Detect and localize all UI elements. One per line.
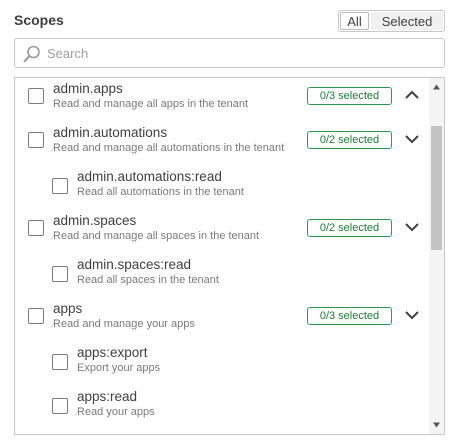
selection-count-badge: 0/3 selected bbox=[307, 87, 392, 105]
scroll-down-arrow-icon[interactable] bbox=[432, 420, 441, 429]
scope-row-admin-apps: admin.apps Read and manage all apps in t… bbox=[15, 78, 425, 122]
scope-name: apps:read bbox=[77, 389, 138, 404]
search-icon bbox=[23, 45, 40, 63]
scope-row-apps-read: apps:read Read your apps bbox=[15, 386, 425, 430]
scope-description: Read and manage all apps in the tenant bbox=[53, 98, 249, 110]
scope-description: Read and manage your apps bbox=[53, 318, 195, 330]
scope-row-admin-automations-read: admin.automations:read Read all automati… bbox=[15, 166, 425, 210]
scopes-title: Scopes bbox=[14, 12, 64, 28]
scope-name: admin.apps bbox=[53, 81, 123, 96]
scope-checkbox[interactable] bbox=[28, 132, 44, 148]
chevron-down-icon[interactable] bbox=[404, 131, 420, 147]
scope-name: admin.automations:read bbox=[77, 169, 222, 184]
scope-checkbox[interactable] bbox=[28, 308, 44, 324]
selection-count-badge: 0/2 selected bbox=[307, 219, 392, 237]
scope-name: apps bbox=[53, 301, 83, 316]
filter-selected-button[interactable]: Selected bbox=[371, 12, 443, 30]
scrollbar-thumb[interactable] bbox=[431, 126, 442, 250]
scope-row-admin-spaces: admin.spaces Read and manage all spaces … bbox=[15, 210, 425, 254]
filter-all-button[interactable]: All bbox=[340, 12, 369, 30]
scope-checkbox[interactable] bbox=[52, 178, 68, 194]
scope-filter-toggle: All Selected bbox=[338, 10, 445, 32]
search-input[interactable] bbox=[47, 43, 437, 63]
selection-count-badge: 0/2 selected bbox=[307, 131, 392, 149]
search-box bbox=[14, 38, 445, 68]
scope-checkbox[interactable] bbox=[28, 88, 44, 104]
scope-description: Read your apps bbox=[77, 406, 155, 418]
scope-description: Read all automations in the tenant bbox=[77, 186, 244, 198]
scope-row-apps: apps Read and manage your apps 0/3 selec… bbox=[15, 298, 425, 342]
scope-name: admin.automations bbox=[53, 125, 168, 140]
scroll-up-arrow-icon[interactable] bbox=[432, 83, 441, 92]
scope-description: Export your apps bbox=[77, 362, 161, 374]
scrollbar[interactable] bbox=[429, 78, 444, 434]
scope-checkbox[interactable] bbox=[28, 220, 44, 236]
chevron-up-icon[interactable] bbox=[404, 87, 420, 103]
scope-checkbox[interactable] bbox=[52, 398, 68, 414]
selection-count-badge: 0/3 selected bbox=[307, 307, 392, 325]
scope-description: Read and manage all spaces in the tenant bbox=[53, 230, 260, 242]
scope-checkbox[interactable] bbox=[52, 354, 68, 370]
scope-row-admin-automations: admin.automations Read and manage all au… bbox=[15, 122, 425, 166]
scope-checkbox[interactable] bbox=[52, 266, 68, 282]
scope-name: apps:export bbox=[77, 345, 148, 360]
scope-name: admin.spaces bbox=[53, 213, 137, 228]
chevron-down-icon[interactable] bbox=[404, 307, 420, 323]
chevron-down-icon[interactable] bbox=[404, 219, 420, 235]
scope-row-apps-export: apps:export Export your apps bbox=[15, 342, 425, 386]
scope-list: admin.apps Read and manage all apps in t… bbox=[14, 77, 445, 435]
scope-description: Read all spaces in the tenant bbox=[77, 274, 219, 286]
scope-row-admin-spaces-read: admin.spaces:read Read all spaces in the… bbox=[15, 254, 425, 298]
scope-name: admin.spaces:read bbox=[77, 257, 192, 272]
scope-description: Read and manage all automations in the t… bbox=[53, 142, 285, 154]
